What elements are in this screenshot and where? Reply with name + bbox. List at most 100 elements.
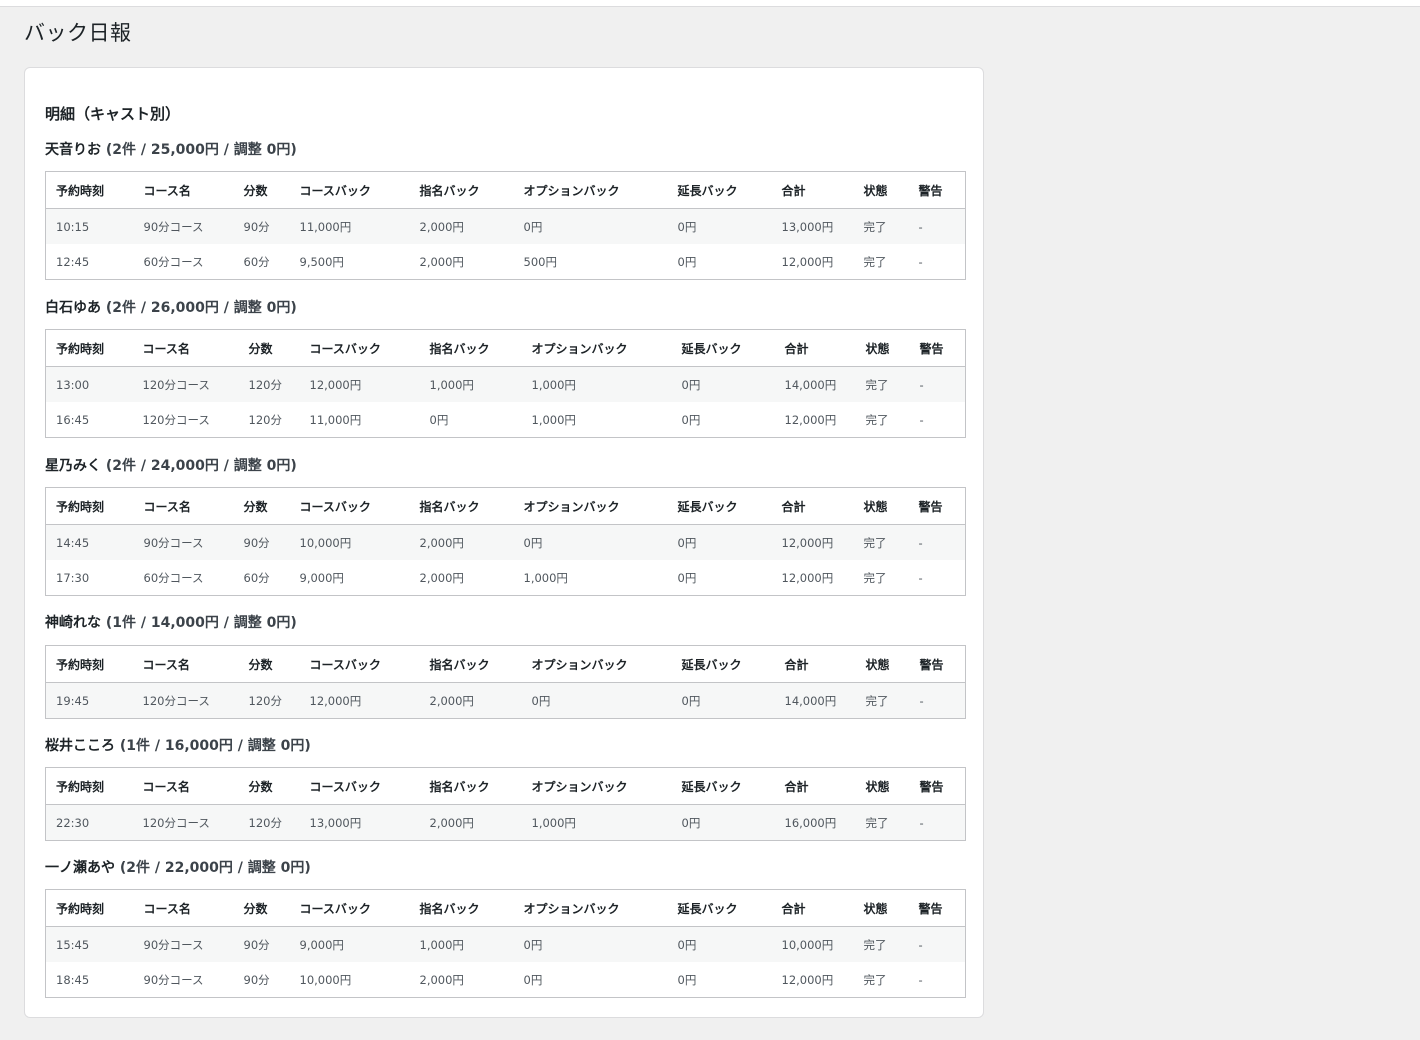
column-header-time: 予約時刻 xyxy=(45,889,134,927)
cast-heading: 星乃みく (2件 / 24,000円 / 調整 0円) xyxy=(45,456,297,476)
column-header-warning: 警告 xyxy=(909,645,966,683)
cast-summary: (2件 / 26,000円 / 調整 0円) xyxy=(105,300,297,316)
cell-extension-back: 0円 xyxy=(667,560,772,596)
column-header-extension-back: 延長バック xyxy=(671,767,775,805)
cell-status: 完了 xyxy=(853,560,909,596)
cell-status: 完了 xyxy=(853,208,909,244)
column-header-course-back: コースバック xyxy=(289,889,410,927)
column-header-course-back: コースバック xyxy=(299,329,420,367)
cell-total: 13,000円 xyxy=(771,208,854,244)
cast-heading: 天音りお (2件 / 25,000円 / 調整 0円) xyxy=(45,140,297,160)
column-header-minutes: 分数 xyxy=(233,889,290,927)
column-header-status: 状態 xyxy=(853,487,909,525)
cell-minutes: 90分 xyxy=(233,962,290,998)
cast-heading: 神崎れな (1件 / 14,000円 / 調整 0円) xyxy=(45,613,297,633)
cell-option-back: 0円 xyxy=(513,524,668,560)
column-header-status: 状態 xyxy=(855,767,910,805)
cell-status: 完了 xyxy=(853,244,909,280)
cell-nomination-back: 2,000円 xyxy=(409,208,514,244)
column-header-nomination-back: 指名バック xyxy=(419,329,522,367)
column-header-time: 予約時刻 xyxy=(45,767,133,805)
column-header-course: コース名 xyxy=(132,645,239,683)
column-header-total: 合計 xyxy=(774,767,856,805)
cell-time: 22:30 xyxy=(45,804,133,841)
cell-option-back: 0円 xyxy=(513,208,668,244)
cell-nomination-back: 2,000円 xyxy=(409,524,514,560)
column-header-minutes: 分数 xyxy=(238,329,300,367)
column-header-total: 合計 xyxy=(774,329,856,367)
cell-course-back: 9,000円 xyxy=(289,560,410,596)
cell-course-back: 9,500円 xyxy=(289,244,410,280)
cast-table: 予約時刻 コース名 分数 コースバック 指名バック オプションバック 延長バック 合計 状態 警告… xyxy=(45,767,966,841)
column-header-status: 状態 xyxy=(853,171,909,209)
column-header-minutes: 分数 xyxy=(238,767,300,805)
cast-table: 予約時刻 コース名 分数 コースバック 指名バック オプションバック 延長バック 合計 状態 警告… xyxy=(45,329,966,438)
cell-total: 12,000円 xyxy=(771,524,854,560)
cell-course: 90分コース xyxy=(133,524,234,560)
table-header-row: 予約時刻 コース名 分数 コースバック 指名バック オプションバック 延長バック 合計 状態 警告 xyxy=(45,889,966,927)
cast-heading: 一ノ瀬あや (2件 / 22,000円 / 調整 0円) xyxy=(45,858,311,878)
column-header-status: 状態 xyxy=(853,889,909,927)
column-header-total: 合計 xyxy=(771,487,854,525)
cell-warning: - xyxy=(908,208,966,244)
cell-nomination-back: 1,000円 xyxy=(409,926,514,962)
cell-option-back: 0円 xyxy=(521,682,672,719)
cell-total: 12,000円 xyxy=(771,560,854,596)
cell-total: 12,000円 xyxy=(774,402,856,438)
column-header-course-back: コースバック xyxy=(289,487,410,525)
cast-name: 一ノ瀬あや xyxy=(45,860,115,876)
cell-extension-back: 0円 xyxy=(667,524,772,560)
report-panel: 明細（キャスト別） 天音りお (2件 / 25,000円 / 調整 0円) 予約… xyxy=(24,67,984,1018)
column-header-time: 予約時刻 xyxy=(45,645,133,683)
cell-total: 10,000円 xyxy=(771,926,854,962)
cell-course-back: 10,000円 xyxy=(289,962,410,998)
cell-warning: - xyxy=(908,926,966,962)
cell-status: 完了 xyxy=(855,366,910,402)
cell-course: 60分コース xyxy=(133,244,234,280)
column-header-minutes: 分数 xyxy=(233,487,290,525)
column-header-extension-back: 延長バック xyxy=(667,889,772,927)
cell-nomination-back: 2,000円 xyxy=(409,962,514,998)
cell-warning: - xyxy=(909,366,966,402)
cast-summary: (2件 / 22,000円 / 調整 0円) xyxy=(119,860,311,876)
column-header-nomination-back: 指名バック xyxy=(409,171,514,209)
table-row: 18:45 90分コース 90分 10,000円 2,000円 0円 0円 12,000円 完了… xyxy=(45,962,966,998)
cast-name: 桜井こころ xyxy=(45,738,115,754)
cell-status: 完了 xyxy=(853,926,909,962)
cell-course: 120分コース xyxy=(132,402,239,438)
column-header-status: 状態 xyxy=(855,329,910,367)
cell-minutes: 120分 xyxy=(238,366,300,402)
column-header-course-back: コースバック xyxy=(299,645,420,683)
cell-minutes: 60分 xyxy=(233,244,290,280)
cell-nomination-back: 2,000円 xyxy=(419,804,522,841)
cell-course: 60分コース xyxy=(133,560,234,596)
column-header-course-back: コースバック xyxy=(289,171,410,209)
cast-name: 神崎れな xyxy=(45,615,101,631)
table-row: 15:45 90分コース 90分 9,000円 1,000円 0円 0円 10,000円 完了 - xyxy=(45,926,966,962)
cell-nomination-back: 2,000円 xyxy=(409,560,514,596)
cell-course: 90分コース xyxy=(133,208,234,244)
cell-course-back: 12,000円 xyxy=(299,682,420,719)
table-header-row: 予約時刻 コース名 分数 コースバック 指名バック オプションバック 延長バック 合計 状態 警告 xyxy=(45,645,966,683)
table-header-row: 予約時刻 コース名 分数 コースバック 指名バック オプションバック 延長バック 合計 状態 警告 xyxy=(45,329,966,367)
cell-total: 12,000円 xyxy=(771,244,854,280)
cell-status: 完了 xyxy=(855,402,910,438)
column-header-minutes: 分数 xyxy=(233,171,290,209)
cell-total: 14,000円 xyxy=(774,366,856,402)
column-header-nomination-back: 指名バック xyxy=(419,767,522,805)
column-header-extension-back: 延長バック xyxy=(667,487,772,525)
cast-name: 白石ゆあ xyxy=(45,300,101,316)
cell-extension-back: 0円 xyxy=(671,402,775,438)
cell-minutes: 120分 xyxy=(238,804,300,841)
column-header-warning: 警告 xyxy=(908,487,966,525)
table-row: 17:30 60分コース 60分 9,000円 2,000円 1,000円 0円 12,000… xyxy=(45,560,966,596)
cell-extension-back: 0円 xyxy=(671,366,775,402)
admin-top-bar xyxy=(0,0,1420,7)
column-header-course: コース名 xyxy=(133,889,234,927)
column-header-time: 予約時刻 xyxy=(45,487,134,525)
cell-total: 16,000円 xyxy=(774,804,856,841)
cast-heading: 桜井こころ (1件 / 16,000円 / 調整 0円) xyxy=(45,736,311,756)
cell-time: 13:00 xyxy=(45,366,133,402)
table-row: 12:45 60分コース 60分 9,500円 2,000円 500円 0円 12,000円完… xyxy=(45,244,966,280)
table-header-row: 予約時刻 コース名 分数 コースバック 指名バック オプションバック 延長バック 合計 状態 警告 xyxy=(45,767,966,805)
